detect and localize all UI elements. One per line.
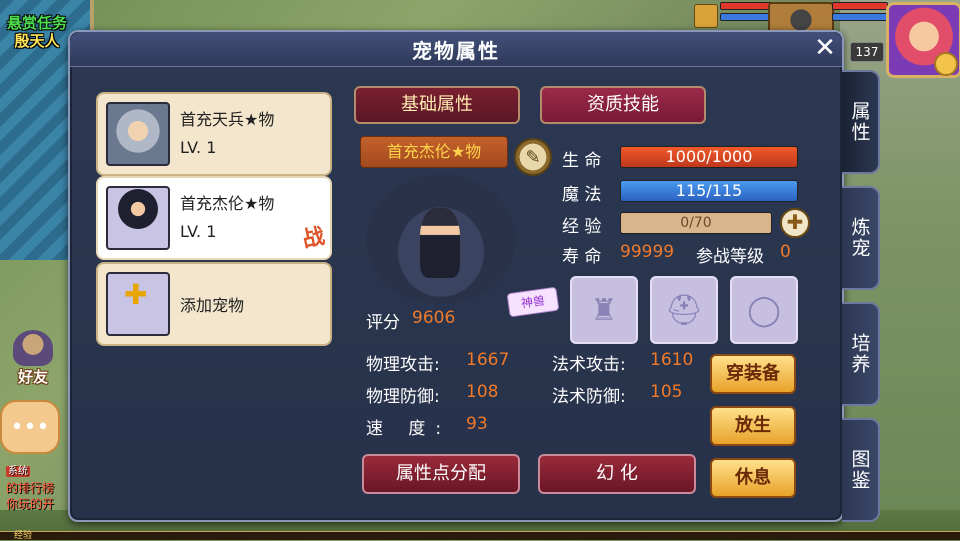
add-exp-button[interactable]: ✚ [780,208,810,238]
side-tab-train[interactable]: 培养 [842,302,880,406]
plus-icon: ✚ [786,210,804,234]
plus-icon: ✚ [124,278,148,311]
release-button[interactable]: 放生 [710,406,796,446]
friend-avatar-icon [13,330,53,366]
chat-system-badge: 系统 [6,466,30,477]
player-hud-mp-bar [832,13,888,21]
physical-attack-value: 1667 [466,350,510,370]
quest-title: 悬赏任务 [6,14,67,32]
speed-label: 速 度: [366,419,452,439]
rest-button[interactable]: 休息 [710,458,796,498]
exp-label: 经 验 [562,217,602,237]
close-button[interactable]: ✕ [810,34,840,64]
side-tab-attributes[interactable]: 属性 [842,70,880,174]
pet-name-tag: 首充杰伦★物 [360,136,508,168]
armor-icon: ♜ [590,292,618,328]
physical-defense-label: 物理防御: [366,387,440,407]
magic-attack-label: 法术攻击: [552,355,626,375]
mp-bar: 115/115 [620,180,798,202]
equip-button[interactable]: 穿装备 [710,354,796,394]
armor-slot[interactable]: ♜ [570,276,638,344]
pet-list-item[interactable]: 首充天兵★物 LV. 1 [96,92,332,176]
exp-strip: 经验 [0,531,960,541]
panel-title: 宠物属性 [412,39,500,63]
battle-level-label: 参战等级 [696,247,764,267]
mp-label: 魔 法 [562,185,602,205]
helmet-slot[interactable]: ⛑ [650,276,718,344]
friend-button[interactable]: 好友 [6,330,60,388]
quest-tracker[interactable]: 悬赏任务 殷天人 [0,14,74,50]
tab-aptitude-skills[interactable]: 资质技能 [540,86,706,124]
pet-list-name: 首充杰伦★物 [180,194,275,213]
magic-defense-value: 105 [650,382,683,402]
magic-defense-label: 法术防御: [552,387,626,407]
panel-header: 宠物属性 ✕ [70,32,842,67]
allocate-points-button[interactable]: 属性点分配 [362,454,520,494]
coin-icon[interactable] [934,52,958,76]
in-battle-badge: 战 [300,223,327,253]
score-label: 评分 [366,313,400,333]
pet-list-level: LV. 1 [180,222,217,241]
hp-bar: 1000/1000 [620,146,798,168]
pet-list-item-selected[interactable]: 首充杰伦★物 LV. 1 战 [96,176,332,260]
collar-icon: ◯ [747,292,781,328]
battle-level-value: 0 [780,242,791,262]
pet-model[interactable] [420,208,460,278]
player-hud-hp-bar [832,2,888,10]
side-tab-refine[interactable]: 炼宠 [842,186,880,290]
pet-portrait-soldier-icon [106,102,170,166]
side-tab-handbook[interactable]: 图鉴 [842,418,880,522]
collar-slot[interactable]: ◯ [730,276,798,344]
side-tab-bar: 属性 炼宠 培养 图鉴 [842,70,880,534]
helmet-icon: ⛑ [664,292,704,328]
add-pet-label: 添加宠物 [180,296,245,315]
lifespan-label: 寿 命 [562,247,602,267]
tab-basic-attributes[interactable]: 基础属性 [354,86,520,124]
physical-attack-label: 物理攻击: [366,355,440,375]
magic-attack-value: 1610 [650,350,694,370]
pet-list-name: 首充天兵★物 [180,110,275,129]
pen-icon[interactable]: ✎ [514,138,552,176]
hp-label: 生 命 [562,151,602,171]
pet-list-level: LV. 1 [180,138,217,157]
lifespan-value: 99999 [620,242,675,262]
score-value: 9606 [412,308,456,328]
transform-button[interactable]: 幻 化 [538,454,696,494]
event-icon[interactable] [694,4,718,28]
quest-target: 殷天人 [14,32,60,50]
physical-defense-value: 108 [466,382,499,402]
chat-bubble-icon: ••• [10,414,50,440]
exp-strip-label: 经验 [14,531,33,541]
friend-label: 好友 [17,368,48,386]
chat-bubble-button[interactable]: ••• [0,400,60,454]
speed-value: 93 [466,414,488,434]
player-hud-bars [832,2,888,24]
close-icon: ✕ [814,33,836,63]
add-pet-slot[interactable]: ✚ 添加宠物 [96,262,332,346]
pet-portrait-jielun-icon [106,186,170,250]
exp-bar: 0/70 [620,212,772,234]
player-level-badge: 137 [850,42,884,62]
